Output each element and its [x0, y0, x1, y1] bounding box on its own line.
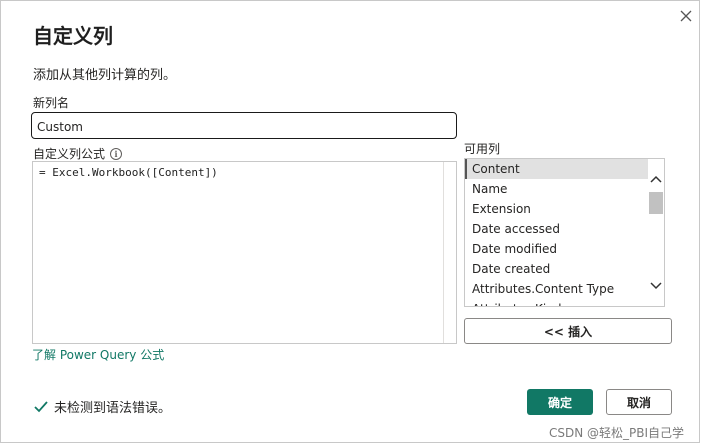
- insert-button[interactable]: << 插入: [464, 318, 672, 344]
- new-column-name-label: 新列名: [33, 96, 70, 110]
- list-item[interactable]: Name: [465, 179, 649, 199]
- close-icon: [680, 10, 692, 22]
- scroll-thumb[interactable]: [649, 192, 663, 214]
- new-column-name-input[interactable]: [31, 112, 457, 139]
- cancel-button[interactable]: 取消: [606, 389, 672, 415]
- formula-label-row: 自定义列公式 i: [33, 145, 123, 162]
- learn-power-query-link[interactable]: 了解 Power Query 公式: [32, 346, 164, 363]
- watermark: CSDN @轻松_PBI自己学: [549, 426, 685, 440]
- syntax-status: 未检测到语法错误。: [34, 397, 171, 416]
- scroll-up-button[interactable]: [648, 171, 664, 187]
- custom-column-dialog: 自定义列 添加从其他列计算的列。 新列名 自定义列公式 i = Excel.Wo…: [0, 0, 700, 443]
- dialog-title: 自定义列: [33, 24, 113, 48]
- formula-editor[interactable]: = Excel.Workbook([Content]): [32, 161, 457, 344]
- close-button[interactable]: [675, 5, 697, 27]
- chevron-up-icon: [650, 175, 662, 183]
- scroll-down-button[interactable]: [648, 278, 664, 294]
- list-item[interactable]: Date accessed: [465, 219, 649, 239]
- dialog-description: 添加从其他列计算的列。: [33, 68, 177, 83]
- ok-button[interactable]: 确定: [527, 389, 593, 415]
- list-item[interactable]: Attributes.Kind: [465, 299, 649, 306]
- list-item[interactable]: Date created: [465, 259, 649, 279]
- checkmark-icon: [34, 400, 48, 412]
- available-columns-label: 可用列: [464, 142, 501, 156]
- list-item[interactable]: Extension: [465, 199, 649, 219]
- list-item[interactable]: Attributes.Content Type: [465, 279, 649, 299]
- available-columns-items: Content Name Extension Date accessed Dat…: [465, 159, 649, 306]
- info-icon[interactable]: i: [110, 147, 123, 160]
- chevron-down-icon: [650, 282, 662, 290]
- syntax-status-text: 未检测到语法错误。: [54, 401, 172, 416]
- available-columns-scrollbar[interactable]: [648, 159, 664, 306]
- formula-label: 自定义列公式: [33, 147, 106, 161]
- formula-text[interactable]: = Excel.Workbook([Content]): [39, 166, 218, 179]
- available-columns-list[interactable]: Content Name Extension Date accessed Dat…: [464, 158, 665, 307]
- list-item[interactable]: Content: [465, 159, 649, 179]
- list-item[interactable]: Date modified: [465, 239, 649, 259]
- formula-scrollbar[interactable]: [443, 162, 456, 343]
